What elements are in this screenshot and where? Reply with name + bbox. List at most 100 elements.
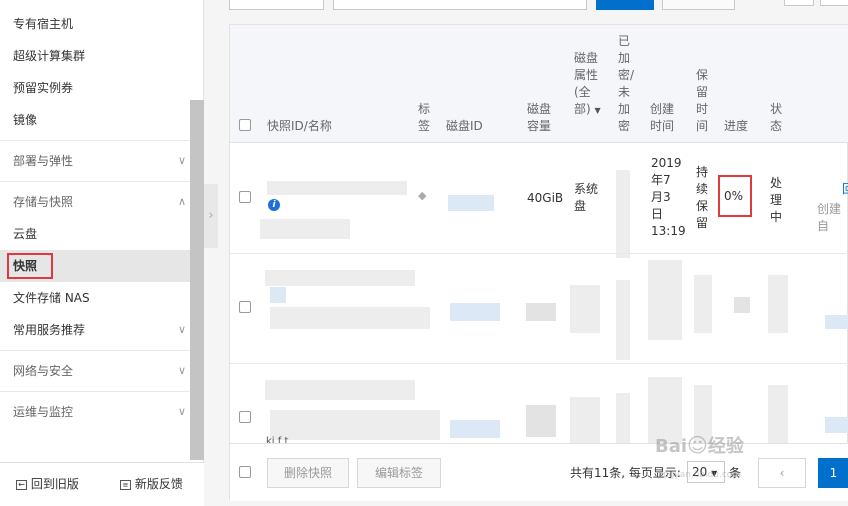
- sidebar: 专有宿主机 超级计算集群 预留实例券 镜像 部署与弹性 ∨ 存储与快照 ∧ 云盘…: [0, 0, 204, 506]
- sidebar-group-label: 运维与监控: [13, 405, 74, 419]
- tag-filter-button[interactable]: [662, 0, 735, 10]
- settings-button[interactable]: [784, 0, 814, 6]
- redacted-snapshot-name: [260, 219, 350, 239]
- table-header: 快照ID/名称 标签 磁盘ID 磁盘容量 磁盘属性(全部) ▼ 已加密/未加密 …: [230, 25, 848, 143]
- feedback-label: 新版反馈: [134, 477, 183, 491]
- table-footer: 删除快照 编辑标签 共有11条, 每页显示: 20 ▼ 条 ‹ 1: [230, 443, 848, 501]
- search-input[interactable]: [333, 0, 587, 10]
- status: 处理中: [770, 176, 783, 224]
- redacted-progress: [734, 297, 750, 313]
- redacted-action[interactable]: [825, 417, 848, 433]
- retention: 持续保留: [696, 165, 709, 230]
- search-type-select[interactable]: [229, 0, 324, 10]
- feedback-icon: ≡: [120, 479, 131, 490]
- sidebar-footer: ← 回到旧版 ≡ 新版反馈: [0, 462, 204, 506]
- chevron-left-icon: ‹: [779, 466, 785, 480]
- sidebar-item-super-computing-cluster[interactable]: 超级计算集群: [0, 40, 190, 72]
- caret-down-icon: ▼: [594, 106, 601, 115]
- redacted-disk-id[interactable]: [450, 303, 500, 321]
- chevron-down-icon: ∨: [177, 323, 186, 336]
- sidebar-item-label: 文件存储 NAS: [13, 291, 90, 305]
- redacted-attr: [570, 285, 600, 333]
- redacted-status: [768, 385, 788, 443]
- redacted-attr: [570, 397, 600, 443]
- redacted-created: [648, 260, 682, 340]
- watermark-url: jingyan.baidu.com: [658, 470, 742, 480]
- sidebar-group-label: 部署与弹性: [13, 154, 74, 168]
- disk-capacity: 40GiB: [527, 191, 564, 205]
- current-page-button[interactable]: 1: [818, 458, 848, 488]
- header-encrypted: 已加密/未加密: [618, 34, 635, 133]
- header-disk-attr[interactable]: 磁盘属性(全部) ▼: [574, 50, 602, 119]
- highlight-box: [7, 253, 53, 279]
- sidebar-group-deployment[interactable]: 部署与弹性 ∨: [0, 141, 190, 181]
- row-checkbox[interactable]: [239, 411, 251, 423]
- chevron-down-icon: ∨: [177, 154, 186, 167]
- redacted-snapshot-id: [267, 181, 407, 195]
- redacted-disk-id[interactable]: [450, 420, 500, 438]
- sidebar-item-label: 云盘: [13, 227, 38, 241]
- back-to-old-version-label: 回到旧版: [30, 477, 79, 491]
- redacted-encrypted: [616, 393, 630, 443]
- feedback-button[interactable]: ≡ 新版反馈: [120, 475, 183, 492]
- row-divider: [230, 363, 848, 364]
- sidebar-item-label: 超级计算集群: [13, 49, 86, 63]
- sidebar-item-dedicated-host[interactable]: 专有宿主机: [0, 8, 190, 40]
- sidebar-group-common-services[interactable]: 常用服务推荐 ∨: [0, 310, 190, 350]
- delete-snapshot-button[interactable]: 删除快照: [267, 458, 349, 488]
- sidebar-collapse-handle[interactable]: ›: [204, 184, 218, 248]
- sidebar-scrollbar[interactable]: [190, 100, 204, 460]
- sidebar-item-reserved-instance[interactable]: 预留实例券: [0, 72, 190, 104]
- sidebar-group-label: 常用服务推荐: [13, 323, 86, 337]
- sidebar-group-network-security[interactable]: 网络与安全 ∨: [0, 351, 190, 391]
- back-to-old-version-button[interactable]: ← 回到旧版: [16, 475, 79, 492]
- chevron-up-icon: ∧: [177, 195, 186, 208]
- footer-select-all-checkbox[interactable]: [239, 466, 251, 478]
- header-created-time: 创建时间: [650, 102, 675, 133]
- header-progress: 进度: [724, 119, 749, 133]
- sidebar-group-label: 网络与安全: [13, 364, 74, 378]
- snapshot-table: 快照ID/名称 标签 磁盘ID 磁盘容量 磁盘属性(全部) ▼ 已加密/未加密 …: [229, 24, 848, 501]
- redacted-info: [270, 287, 286, 303]
- download-button[interactable]: [820, 0, 848, 6]
- sidebar-item-label: 镜像: [13, 113, 38, 127]
- sidebar-item-image[interactable]: 镜像: [0, 104, 190, 136]
- redacted-snapshot-name: [270, 307, 430, 329]
- redacted-status: [768, 275, 788, 333]
- redacted-action[interactable]: [825, 315, 848, 329]
- header-status: 状态: [770, 102, 783, 133]
- sidebar-group-storage[interactable]: 存储与快照 ∧: [0, 182, 190, 222]
- header-retention: 保留时间: [696, 68, 709, 133]
- chevron-down-icon: ∨: [177, 364, 186, 377]
- sidebar-item-label: 专有宿主机: [13, 17, 74, 31]
- created-time: 2019年7月3日13:19: [651, 156, 686, 238]
- redacted-capacity: [526, 405, 556, 437]
- exit-icon: ←: [16, 479, 27, 490]
- create-custom-image-link[interactable]: 创建自: [817, 201, 847, 235]
- sidebar-item-cloud-disk[interactable]: 云盘: [0, 218, 190, 250]
- redacted-capacity: [526, 303, 556, 321]
- disk-attr: 系统盘: [574, 182, 599, 213]
- header-snapshot-id: 快照ID/名称: [267, 119, 332, 133]
- sidebar-group-ops-monitoring[interactable]: 运维与监控 ∨: [0, 392, 190, 432]
- redacted-encrypted: [616, 170, 630, 258]
- redacted-encrypted: [616, 280, 630, 360]
- redacted-snapshot-id: [265, 380, 415, 400]
- tag-icon[interactable]: ◆: [418, 189, 426, 202]
- highlight-box: [718, 175, 752, 217]
- prev-page-button[interactable]: ‹: [758, 458, 806, 488]
- watermark-logo: Bai☺经验: [655, 433, 744, 457]
- chevron-down-icon: ∨: [177, 405, 186, 418]
- select-all-checkbox[interactable]: [239, 119, 251, 131]
- chevron-right-icon: ›: [208, 208, 214, 223]
- sidebar-item-label: 预留实例券: [13, 81, 74, 95]
- search-button[interactable]: [596, 0, 654, 10]
- row-checkbox[interactable]: [239, 301, 251, 313]
- sidebar-group-label: 存储与快照: [13, 195, 74, 209]
- info-icon[interactable]: i: [268, 199, 280, 211]
- row-checkbox[interactable]: [239, 191, 251, 203]
- redacted-disk-id[interactable]: [448, 195, 494, 211]
- header-tag: 标签: [418, 102, 431, 133]
- rollback-link[interactable]: 回: [842, 181, 848, 198]
- edit-tag-button[interactable]: 编辑标签: [357, 458, 441, 488]
